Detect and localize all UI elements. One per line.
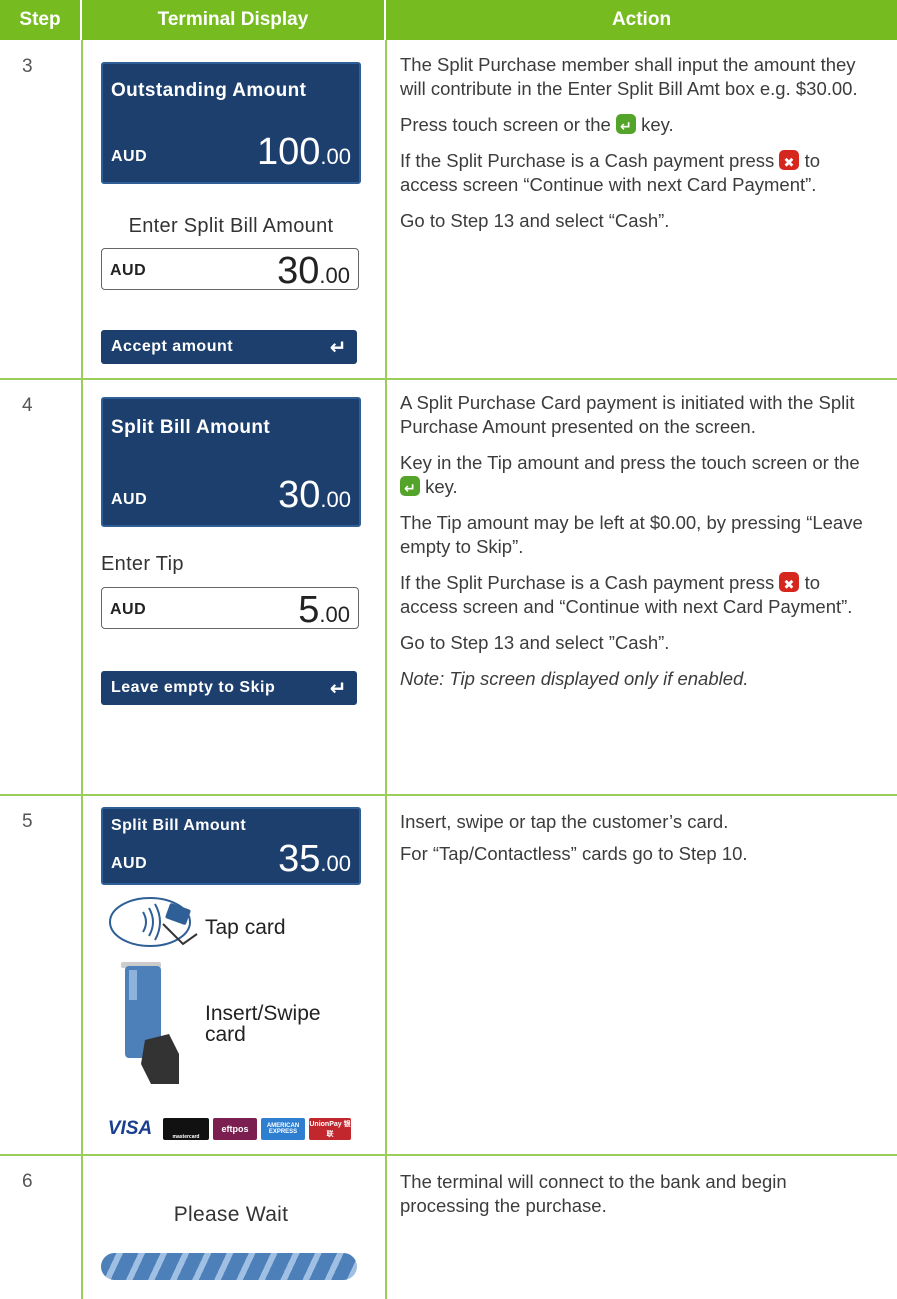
visa-logo: VISA bbox=[107, 1118, 153, 1139]
row-divider bbox=[0, 794, 897, 796]
amex-logo: AMERICAN EXPRESS bbox=[261, 1118, 305, 1140]
action-text: The terminal will connect to the bank an… bbox=[400, 1170, 870, 1230]
eftpos-logo: eftpos bbox=[213, 1118, 257, 1140]
unionpay-logo: UnionPay 银联 bbox=[309, 1118, 351, 1140]
cancel-key-icon bbox=[779, 572, 800, 597]
insert-card-icon bbox=[121, 962, 179, 1084]
button-label: Leave empty to Skip bbox=[111, 679, 276, 696]
enter-icon: ↵ bbox=[329, 336, 347, 359]
step-number: 3 bbox=[22, 56, 33, 77]
enter-icon: ↵ bbox=[329, 677, 347, 700]
action-paragraph: If the Split Purchase is a Cash payment … bbox=[400, 149, 870, 197]
enter-key-icon bbox=[615, 114, 636, 138]
button-label: Accept amount bbox=[111, 338, 234, 355]
currency-label: AUD bbox=[110, 601, 147, 618]
action-paragraph: Press touch screen or the key. bbox=[400, 113, 870, 138]
mastercard-logo: mastercard bbox=[163, 1118, 209, 1140]
action-paragraph: Go to Step 13 and select ”Cash”. bbox=[400, 632, 670, 653]
card-scheme-logos: VISA mastercard eftpos AMERICAN EXPRESS … bbox=[101, 1116, 359, 1142]
terminal-screen: Split Bill Amount AUD 35.00 bbox=[101, 807, 361, 885]
screen-title: Outstanding Amount bbox=[111, 80, 307, 101]
header-terminal-display: Terminal Display bbox=[82, 0, 384, 40]
contactless-card-icon bbox=[109, 897, 198, 947]
please-wait-label: Please Wait bbox=[173, 1203, 289, 1226]
accept-amount-button[interactable]: Accept amount ↵ bbox=[101, 330, 357, 364]
split-amount-input[interactable]: AUD 30.00 bbox=[101, 248, 359, 291]
currency-label: AUD bbox=[111, 148, 148, 165]
action-text: Insert, swipe or tap the customer’s card… bbox=[400, 810, 870, 878]
action-paragraph: For “Tap/Contactless” cards go to Step 1… bbox=[400, 843, 748, 864]
prompt-label: Enter Split Bill Amount bbox=[128, 215, 334, 237]
step-number: 6 bbox=[22, 1171, 33, 1192]
insert-swipe-label: Insert/Swipe card bbox=[205, 1002, 321, 1046]
action-paragraph: The Split Purchase member shall input th… bbox=[400, 54, 858, 99]
action-paragraph: If the Split Purchase is a Cash payment … bbox=[400, 571, 870, 619]
step-number: 4 bbox=[22, 395, 33, 416]
action-paragraph: The terminal will connect to the bank an… bbox=[400, 1171, 787, 1216]
action-paragraph: Go to Step 13 and select “Cash”. bbox=[400, 210, 670, 231]
screen-title: Split Bill Amount bbox=[111, 417, 271, 438]
header-step: Step bbox=[0, 0, 80, 40]
amount-display: 35.00 bbox=[278, 838, 351, 880]
column-divider bbox=[81, 40, 83, 1299]
action-paragraph: A Split Purchase Card payment is initiat… bbox=[400, 392, 855, 437]
screen-title: Split Bill Amount bbox=[111, 817, 247, 834]
column-divider bbox=[385, 40, 387, 1299]
currency-label: AUD bbox=[111, 855, 148, 872]
progress-bar bbox=[101, 1253, 357, 1280]
row-divider bbox=[0, 378, 897, 380]
tap-card-label: Tap card bbox=[205, 916, 286, 939]
amount-display: 30.00 bbox=[278, 474, 351, 516]
row-divider bbox=[0, 1154, 897, 1156]
step-number: 5 bbox=[22, 811, 33, 832]
action-paragraph: Key in the Tip amount and press the touc… bbox=[400, 451, 870, 500]
action-paragraph: Insert, swipe or tap the customer’s card… bbox=[400, 811, 729, 832]
cancel-key-icon bbox=[779, 150, 800, 175]
prompt-label: Enter Tip bbox=[101, 553, 184, 575]
header-action: Action bbox=[386, 0, 897, 40]
input-amount: 30.00 bbox=[277, 250, 350, 292]
tip-input[interactable]: AUD 5.00 bbox=[101, 587, 359, 630]
terminal-screen: Outstanding Amount AUD 100.00 bbox=[101, 62, 361, 184]
input-amount: 5.00 bbox=[298, 589, 350, 631]
action-paragraph: The Tip amount may be left at $0.00, by … bbox=[400, 512, 863, 557]
action-note: Note: Tip screen displayed only if enabl… bbox=[400, 668, 749, 689]
currency-label: AUD bbox=[111, 491, 148, 508]
action-text: The Split Purchase member shall input th… bbox=[400, 53, 870, 245]
currency-label: AUD bbox=[110, 262, 147, 279]
terminal-screen: Split Bill Amount AUD 30.00 bbox=[101, 397, 361, 527]
leave-empty-skip-button[interactable]: Leave empty to Skip ↵ bbox=[101, 671, 357, 705]
action-text: A Split Purchase Card payment is initiat… bbox=[400, 391, 870, 703]
amount-display: 100.00 bbox=[257, 131, 351, 173]
enter-key-icon bbox=[400, 476, 420, 500]
